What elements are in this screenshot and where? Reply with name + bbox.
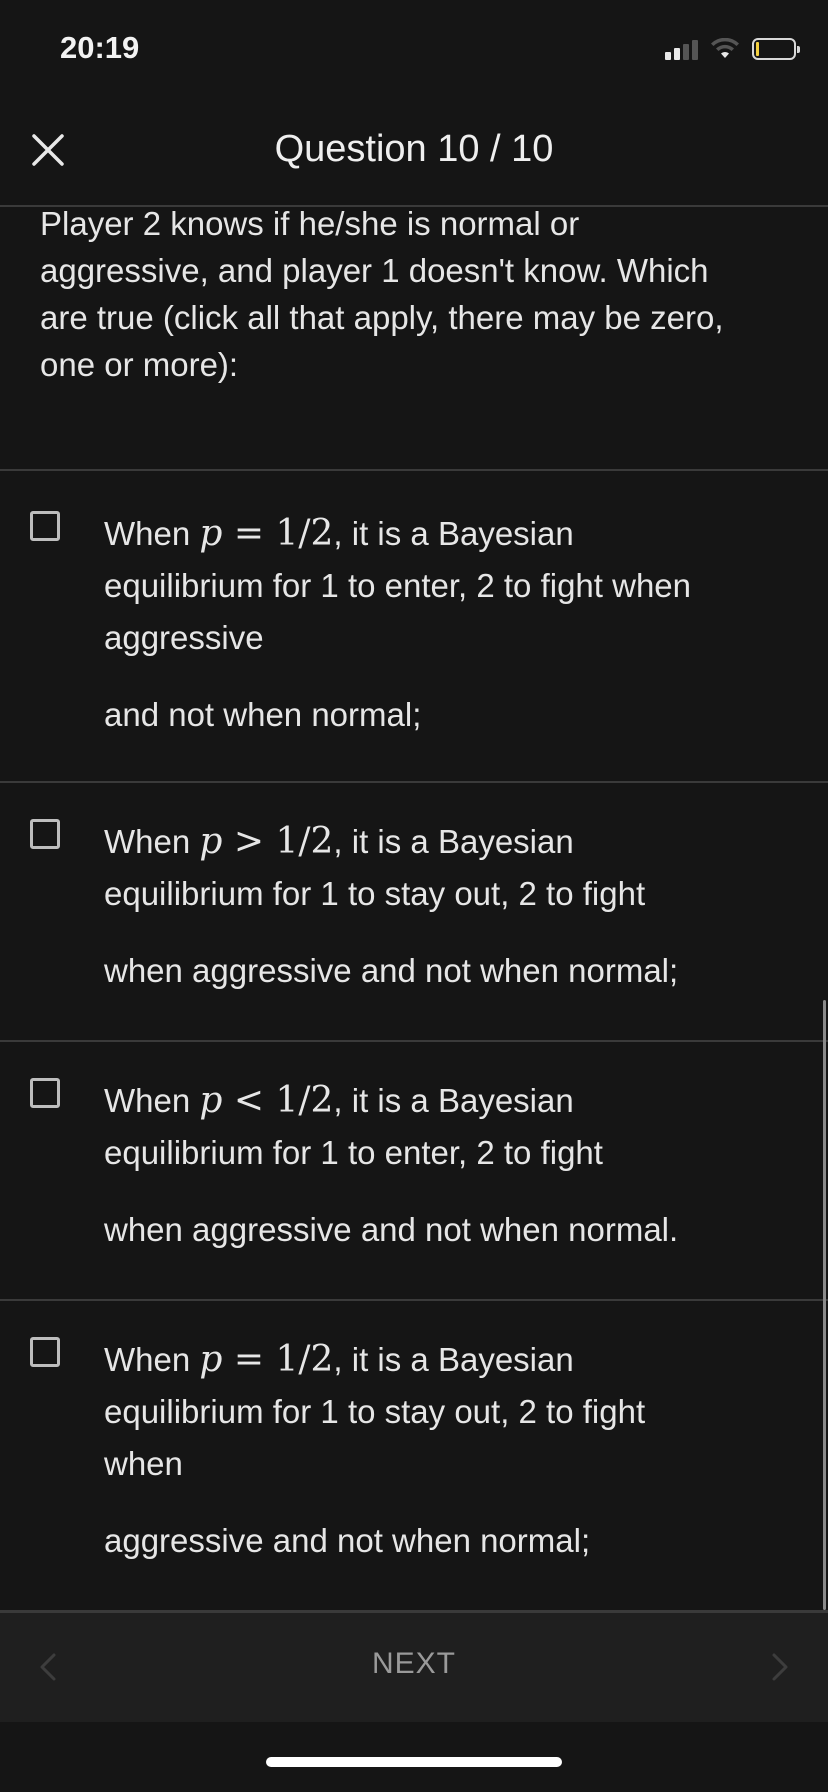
status-bar: 20:19 (0, 0, 828, 100)
option-1-line-2: equilibrium for 1 to enter, 2 to fight w… (104, 567, 692, 604)
option-4-line-4: aggressive and not when normal; (104, 1522, 591, 1559)
chevron-right-icon (772, 1653, 788, 1681)
option-4-line-2: equilibrium for 1 to stay out, 2 to figh… (104, 1393, 646, 1430)
signal-icon (665, 38, 698, 60)
option-3-line-1: When p < 1/2, it is a Bayesian (104, 1080, 574, 1121)
question-line: one or more): (40, 346, 239, 383)
question-line: aggressive, and player 1 doesn't know. W… (40, 252, 709, 289)
option-3-line-2: equilibrium for 1 to enter, 2 to fight (104, 1134, 603, 1171)
scrollbar[interactable] (823, 1000, 826, 1610)
status-icons (665, 36, 800, 62)
question-text: Player 2 knows if he/she is normal or ag… (40, 200, 800, 388)
option-2-line-1: When p > 1/2, it is a Bayesian (104, 821, 574, 862)
answer-option-3[interactable]: When p < 1/2, it is a Bayesian equilibri… (0, 1042, 828, 1299)
option-3-line-3: when aggressive and not when normal. (104, 1211, 679, 1248)
option-1-line-1: When p = 1/2, it is a Bayesian (104, 513, 574, 554)
question-line: are true (click all that apply, there ma… (40, 299, 724, 336)
option-4-line-1: When p = 1/2, it is a Bayesian (104, 1339, 574, 1380)
option-1-checkbox[interactable] (30, 511, 60, 541)
battery-icon (752, 38, 800, 60)
home-indicator[interactable] (266, 1757, 562, 1767)
option-3-checkbox[interactable] (30, 1078, 60, 1108)
option-1-line-4: and not when normal; (104, 696, 422, 733)
answer-option-2[interactable]: When p > 1/2, it is a Bayesian equilibri… (0, 783, 828, 1040)
question-line: Player 2 knows if he/she is normal or (40, 205, 580, 242)
math-expression: p > 1/2 (199, 821, 334, 862)
option-2-line-2: equilibrium for 1 to stay out, 2 to figh… (104, 875, 646, 912)
footer-nav: NEXT (0, 1610, 828, 1722)
next-arrow-button[interactable] (768, 1649, 792, 1685)
page-title: Question 10 / 10 (274, 128, 554, 170)
option-2-line-3: when aggressive and not when normal; (104, 952, 679, 989)
answer-option-1[interactable]: When p = 1/2, it is a Bayesian equilibri… (0, 471, 828, 781)
math-expression: p = 1/2 (199, 513, 334, 554)
option-2-checkbox[interactable] (30, 819, 60, 849)
status-time: 20:19 (60, 30, 140, 65)
battery-level (756, 42, 759, 56)
option-1-line-3: aggressive (104, 619, 264, 656)
math-expression: p < 1/2 (199, 1080, 334, 1121)
wifi-icon (710, 38, 740, 60)
math-expression: p = 1/2 (199, 1339, 334, 1380)
quiz-header: Question 10 / 10 (0, 100, 828, 207)
answer-option-4[interactable]: When p = 1/2, it is a Bayesian equilibri… (0, 1301, 828, 1608)
option-4-line-3: when (104, 1445, 183, 1482)
option-4-checkbox[interactable] (30, 1337, 60, 1367)
next-button[interactable]: NEXT (0, 1647, 828, 1681)
